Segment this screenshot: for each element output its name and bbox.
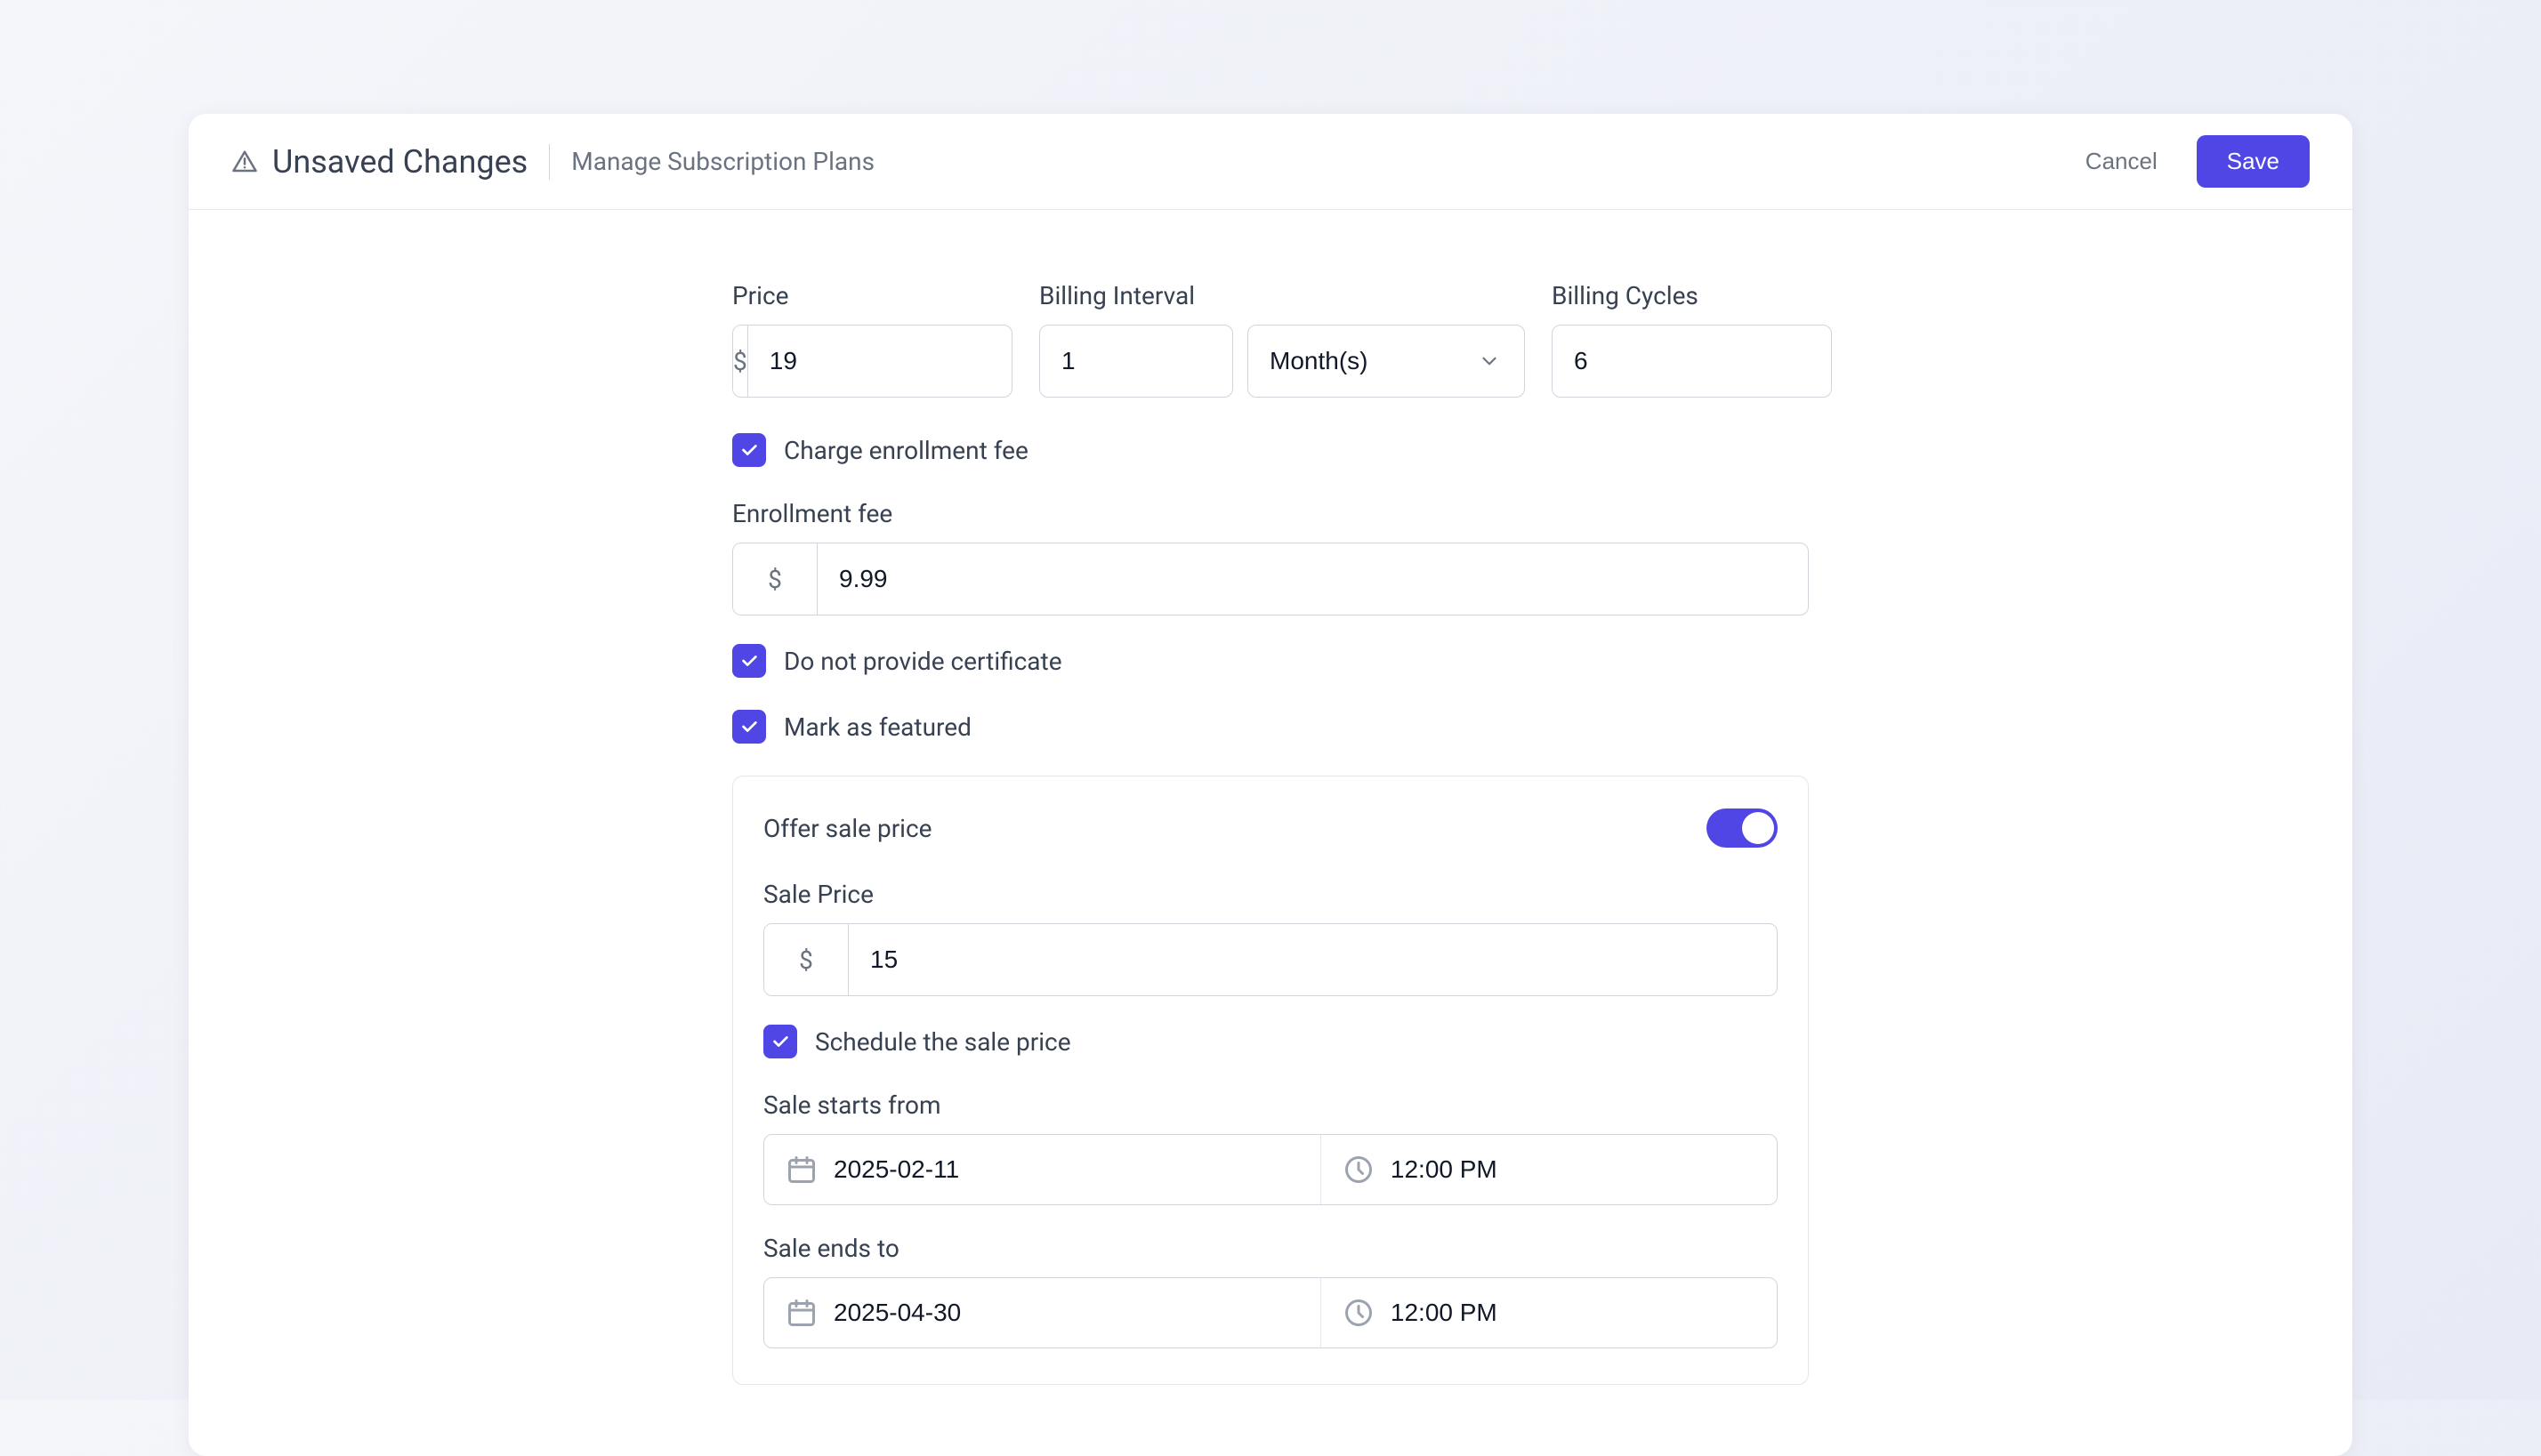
currency-prefix: $ <box>733 326 748 397</box>
sale-price-label: Sale Price <box>763 880 1778 909</box>
sale-panel: Offer sale price Sale Price $ <box>732 776 1809 1385</box>
interval-unit-select[interactable] <box>1247 325 1525 398</box>
enrollment-fee-input[interactable] <box>818 543 1808 615</box>
no-certificate-checkbox[interactable] <box>732 644 766 678</box>
billing-cycles-input[interactable] <box>1553 326 1832 397</box>
schedule-sale-row: Schedule the sale price <box>763 1025 1778 1058</box>
sale-start-time-input[interactable] <box>1391 1155 1755 1184</box>
enrollment-fee-label: Enrollment fee <box>732 499 1809 528</box>
currency-prefix: $ <box>733 543 818 615</box>
sale-end-datetime <box>763 1277 1778 1348</box>
sale-end-date-input[interactable] <box>834 1299 1299 1327</box>
sale-start-label: Sale starts from <box>763 1090 1778 1120</box>
check-icon <box>739 651 759 671</box>
currency-prefix: $ <box>764 924 849 995</box>
sale-end-field: Sale ends to <box>763 1234 1778 1348</box>
toggle-knob <box>1742 812 1774 844</box>
form-column: Price $ Billing Interval <box>732 245 1809 1385</box>
charge-enrollment-label: Charge enrollment fee <box>784 436 1028 465</box>
price-input-wrap: $ <box>732 325 1012 398</box>
sale-start-date-wrap <box>764 1135 1321 1204</box>
sale-end-time-wrap <box>1321 1278 1777 1347</box>
schedule-sale-label: Schedule the sale price <box>815 1027 1071 1057</box>
sale-end-time-input[interactable] <box>1391 1299 1755 1327</box>
featured-checkbox[interactable] <box>732 710 766 744</box>
sale-panel-header: Offer sale price <box>763 808 1778 848</box>
charge-enrollment-checkbox[interactable] <box>732 433 766 467</box>
sale-start-time-wrap <box>1321 1135 1777 1204</box>
interval-number-input[interactable] <box>1040 326 1233 397</box>
check-icon <box>770 1032 790 1051</box>
warning-icon <box>231 149 258 175</box>
no-certificate-row: Do not provide certificate <box>732 644 1809 678</box>
offer-sale-toggle[interactable] <box>1706 808 1778 848</box>
page-subtitle: Manage Subscription Plans <box>571 147 875 176</box>
save-button[interactable]: Save <box>2197 135 2310 188</box>
sale-end-date-wrap <box>764 1278 1321 1347</box>
charge-enrollment-row: Charge enrollment fee <box>732 433 1809 467</box>
clock-icon <box>1343 1297 1375 1329</box>
calendar-icon <box>786 1297 818 1329</box>
sale-start-datetime <box>763 1134 1778 1205</box>
billing-cycles-wrap: Times <box>1552 325 1832 398</box>
price-input[interactable] <box>748 326 1012 397</box>
enrollment-fee-field: Enrollment fee $ <box>732 499 1809 615</box>
sale-start-field: Sale starts from <box>763 1090 1778 1205</box>
price-field: Price $ <box>732 281 1012 398</box>
interval-number-wrap <box>1039 325 1233 398</box>
clock-icon <box>1343 1154 1375 1186</box>
check-icon <box>739 717 759 736</box>
cancel-button[interactable]: Cancel <box>2068 135 2175 188</box>
featured-label: Mark as featured <box>784 712 972 742</box>
check-icon <box>739 440 759 460</box>
sale-price-field: Sale Price $ <box>763 880 1778 996</box>
enrollment-fee-wrap: $ <box>732 543 1809 615</box>
billing-interval-label: Billing Interval <box>1039 281 1525 310</box>
sale-price-input[interactable] <box>849 924 1777 995</box>
card-body: Price $ Billing Interval <box>189 210 2352 1456</box>
sale-start-date-input[interactable] <box>834 1155 1299 1184</box>
billing-cycles-label: Billing Cycles <box>1552 281 1832 310</box>
schedule-sale-checkbox[interactable] <box>763 1025 797 1058</box>
no-certificate-label: Do not provide certificate <box>784 647 1062 676</box>
billing-cycles-field: Billing Cycles Times <box>1552 281 1832 398</box>
sale-end-label: Sale ends to <box>763 1234 1778 1263</box>
header-divider <box>549 144 550 180</box>
sale-price-wrap: $ <box>763 923 1778 996</box>
settings-card: Unsaved Changes Manage Subscription Plan… <box>189 114 2352 1456</box>
pricing-row: Price $ Billing Interval <box>732 281 1809 398</box>
card-header: Unsaved Changes Manage Subscription Plan… <box>189 114 2352 210</box>
featured-row: Mark as featured <box>732 710 1809 744</box>
offer-sale-label: Offer sale price <box>763 814 932 843</box>
billing-interval-field: Billing Interval <box>1039 281 1525 398</box>
header-actions: Cancel Save <box>2068 135 2310 188</box>
price-label: Price <box>732 281 1012 310</box>
calendar-icon <box>786 1154 818 1186</box>
page-title: Unsaved Changes <box>272 143 528 181</box>
interval-unit-value[interactable] <box>1248 326 1525 397</box>
